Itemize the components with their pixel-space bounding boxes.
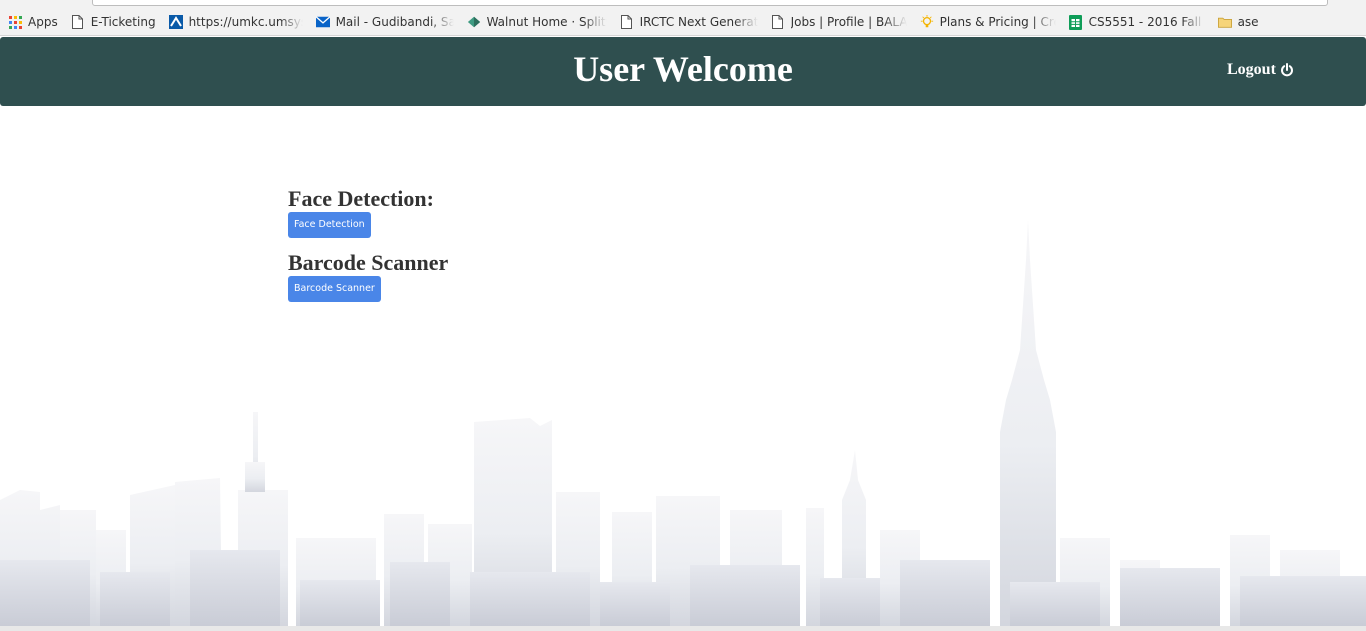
bookmark-label: Walnut Home · Splitw <box>486 15 607 29</box>
apps-grid-icon <box>8 15 22 29</box>
bookmark-walnut[interactable]: Walnut Home · Splitw <box>467 12 607 32</box>
bookmark-label: CS5551 - 2016 Fall - C <box>1088 15 1205 29</box>
bookmark-list: Apps E-Ticketing https://umkc.umsyste Ma… <box>8 12 1272 32</box>
logout-button[interactable]: Logout <box>1227 59 1294 81</box>
page-title: User Welcome <box>573 49 793 89</box>
bookmark-label: ase <box>1237 15 1259 29</box>
bookmark-e-ticketing[interactable]: E-Ticketing <box>71 12 156 32</box>
address-bar[interactable] <box>92 0 1328 6</box>
mail-icon <box>315 15 330 29</box>
lightbulb-icon <box>920 15 934 29</box>
bookmark-apps[interactable]: Apps <box>8 12 58 32</box>
page-icon <box>620 15 634 29</box>
bookmark-label: Jobs | Profile | BALAN <box>790 15 907 29</box>
bookmark-umkc[interactable]: https://umkc.umsyste <box>168 12 303 32</box>
bookmark-label: E-Ticketing <box>90 15 156 29</box>
page-icon <box>771 15 785 29</box>
bookmark-ase[interactable]: ase <box>1217 12 1259 32</box>
sheets-icon <box>1069 14 1083 30</box>
face-detection-heading: Face Detection: <box>288 186 434 211</box>
bookmark-jobs[interactable]: Jobs | Profile | BALAN <box>771 12 907 32</box>
bookmark-cs5551[interactable]: CS5551 - 2016 Fall - C <box>1069 12 1205 32</box>
bottom-border <box>0 626 1366 631</box>
app-header: User Welcome Logout <box>0 37 1366 106</box>
bookmark-plans[interactable]: Plans & Pricing | Crea <box>920 12 1056 32</box>
city-skyline-background <box>0 220 1366 626</box>
bookmarks-bar: Apps E-Ticketing https://umkc.umsyste Ma… <box>0 0 1366 36</box>
barcode-scanner-button[interactable]: Barcode Scanner <box>288 276 381 302</box>
walnut-icon <box>467 15 481 29</box>
logout-label: Logout <box>1227 61 1276 78</box>
power-icon <box>1280 63 1294 77</box>
bookmark-label: Plans & Pricing | Crea <box>939 15 1056 29</box>
folder-icon <box>1217 15 1232 29</box>
bookmark-label: Mail - Gudibandi, Saij <box>335 15 454 29</box>
barcode-scanner-heading: Barcode Scanner <box>288 250 449 275</box>
bookmark-label: IRCTC Next Generatio <box>639 15 758 29</box>
bookmark-label: Apps <box>28 15 58 29</box>
face-detection-button[interactable]: Face Detection <box>288 212 371 238</box>
umkc-icon <box>168 15 183 29</box>
bookmark-label: https://umkc.umsyste <box>188 15 303 29</box>
bookmark-irctc[interactable]: IRCTC Next Generatio <box>620 12 758 32</box>
bookmark-mail[interactable]: Mail - Gudibandi, Saij <box>315 12 454 32</box>
page-icon <box>71 15 85 29</box>
